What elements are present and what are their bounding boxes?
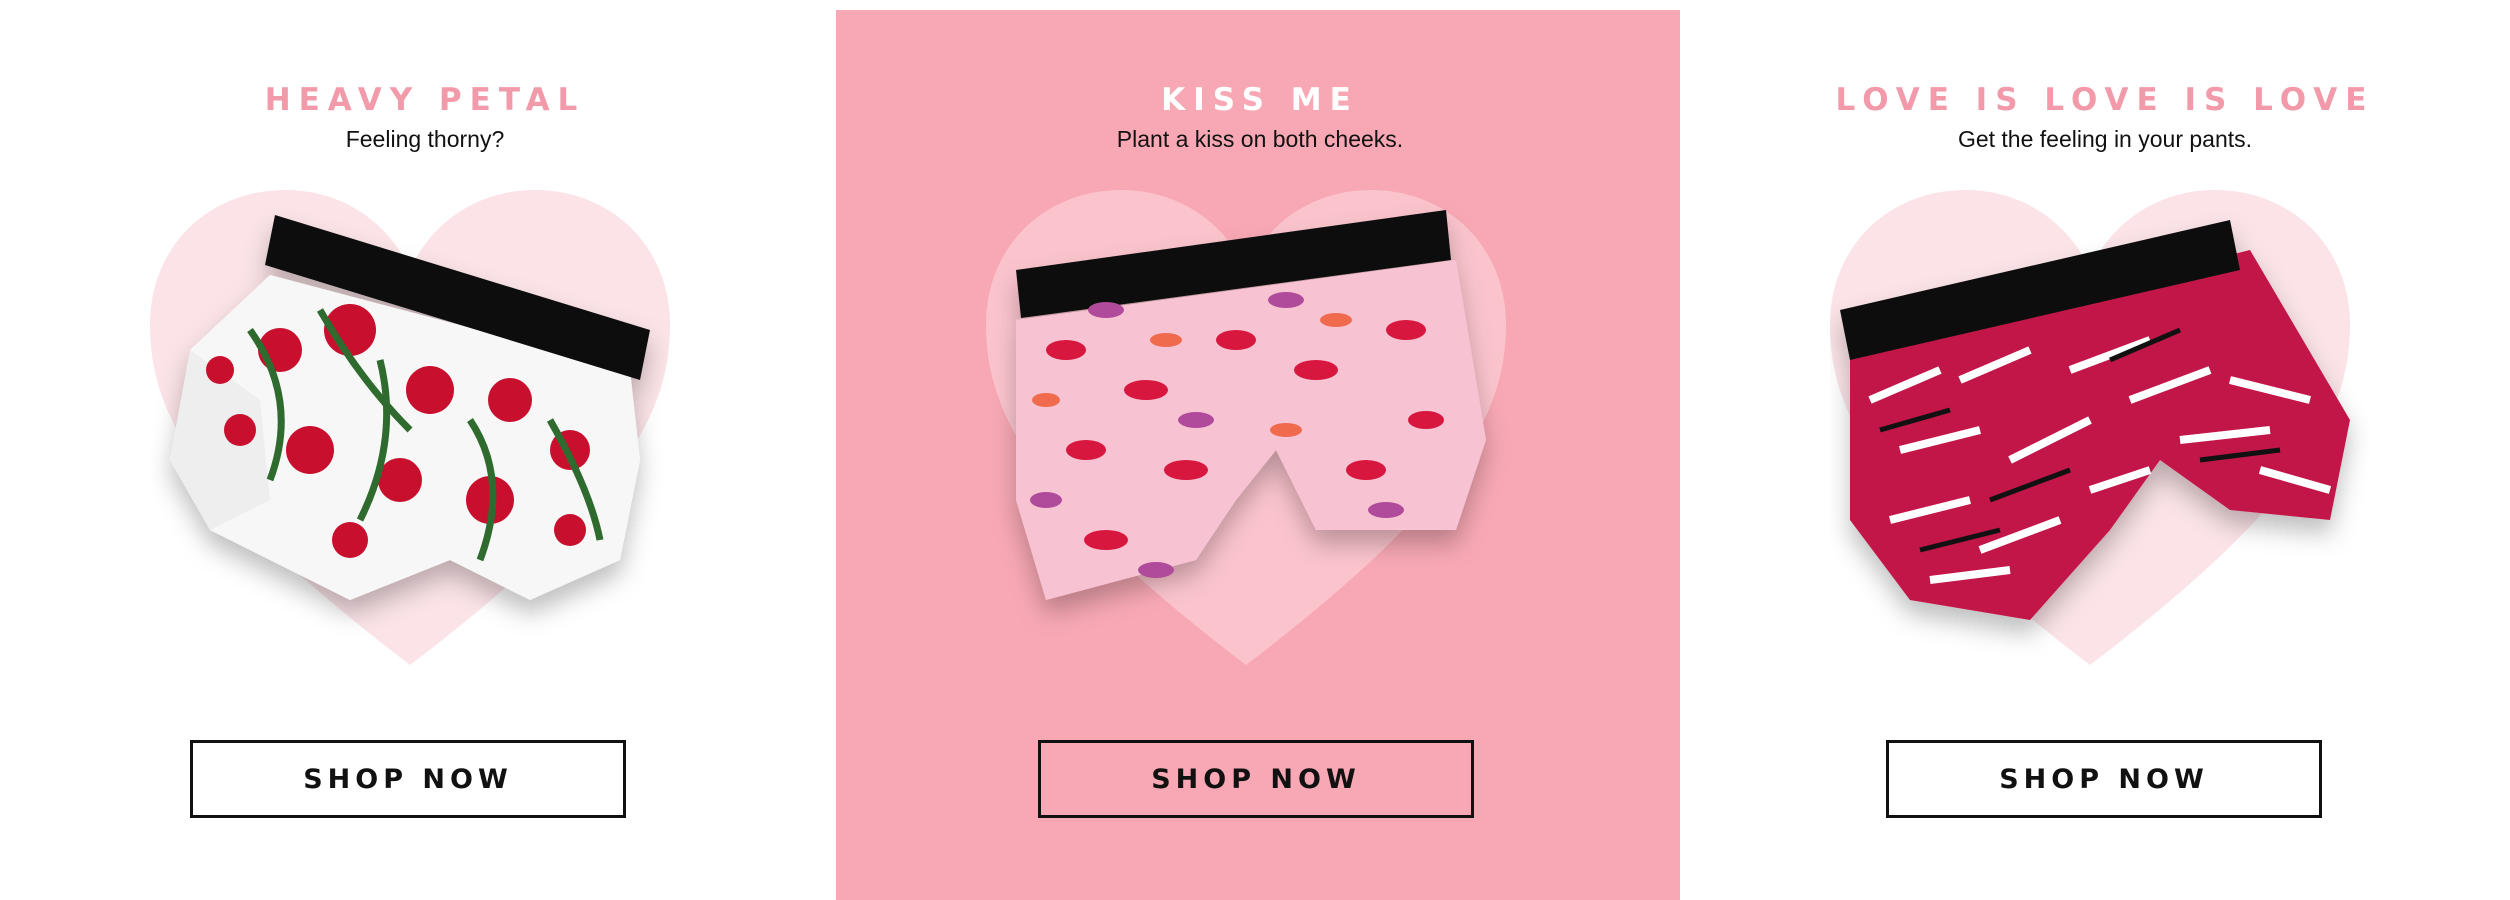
shop-now-button[interactable]: SHOP NOW <box>190 740 626 818</box>
card-subtitle: Plant a kiss on both cheeks. <box>1116 126 1404 152</box>
card-subtitle: Get the feeling in your pants. <box>1957 126 2253 152</box>
shop-now-button[interactable]: SHOP NOW <box>1038 740 1474 818</box>
product-card-kiss-me: KISS ME Plant a kiss on both cheeks. SHO… <box>836 10 1684 900</box>
shop-now-button[interactable]: SHOP NOW <box>1886 740 2322 818</box>
card-title: HEAVY PETAL <box>264 82 586 118</box>
product-image-lips-boxers[interactable] <box>986 200 1526 660</box>
product-image-love-boxers[interactable] <box>1830 200 2370 660</box>
product-image-rose-boxers[interactable] <box>150 200 690 660</box>
product-card-love-is-love: LOVE IS LOVE IS LOVE Get the feeling in … <box>1680 0 2510 900</box>
product-card-heavy-petal: HEAVY PETAL Feeling thorny? SHOP NOW <box>0 0 850 900</box>
card-title: LOVE IS LOVE IS LOVE <box>1835 82 2375 118</box>
card-subtitle: Feeling thorny? <box>345 126 505 152</box>
card-title: KISS ME <box>1161 82 1359 118</box>
